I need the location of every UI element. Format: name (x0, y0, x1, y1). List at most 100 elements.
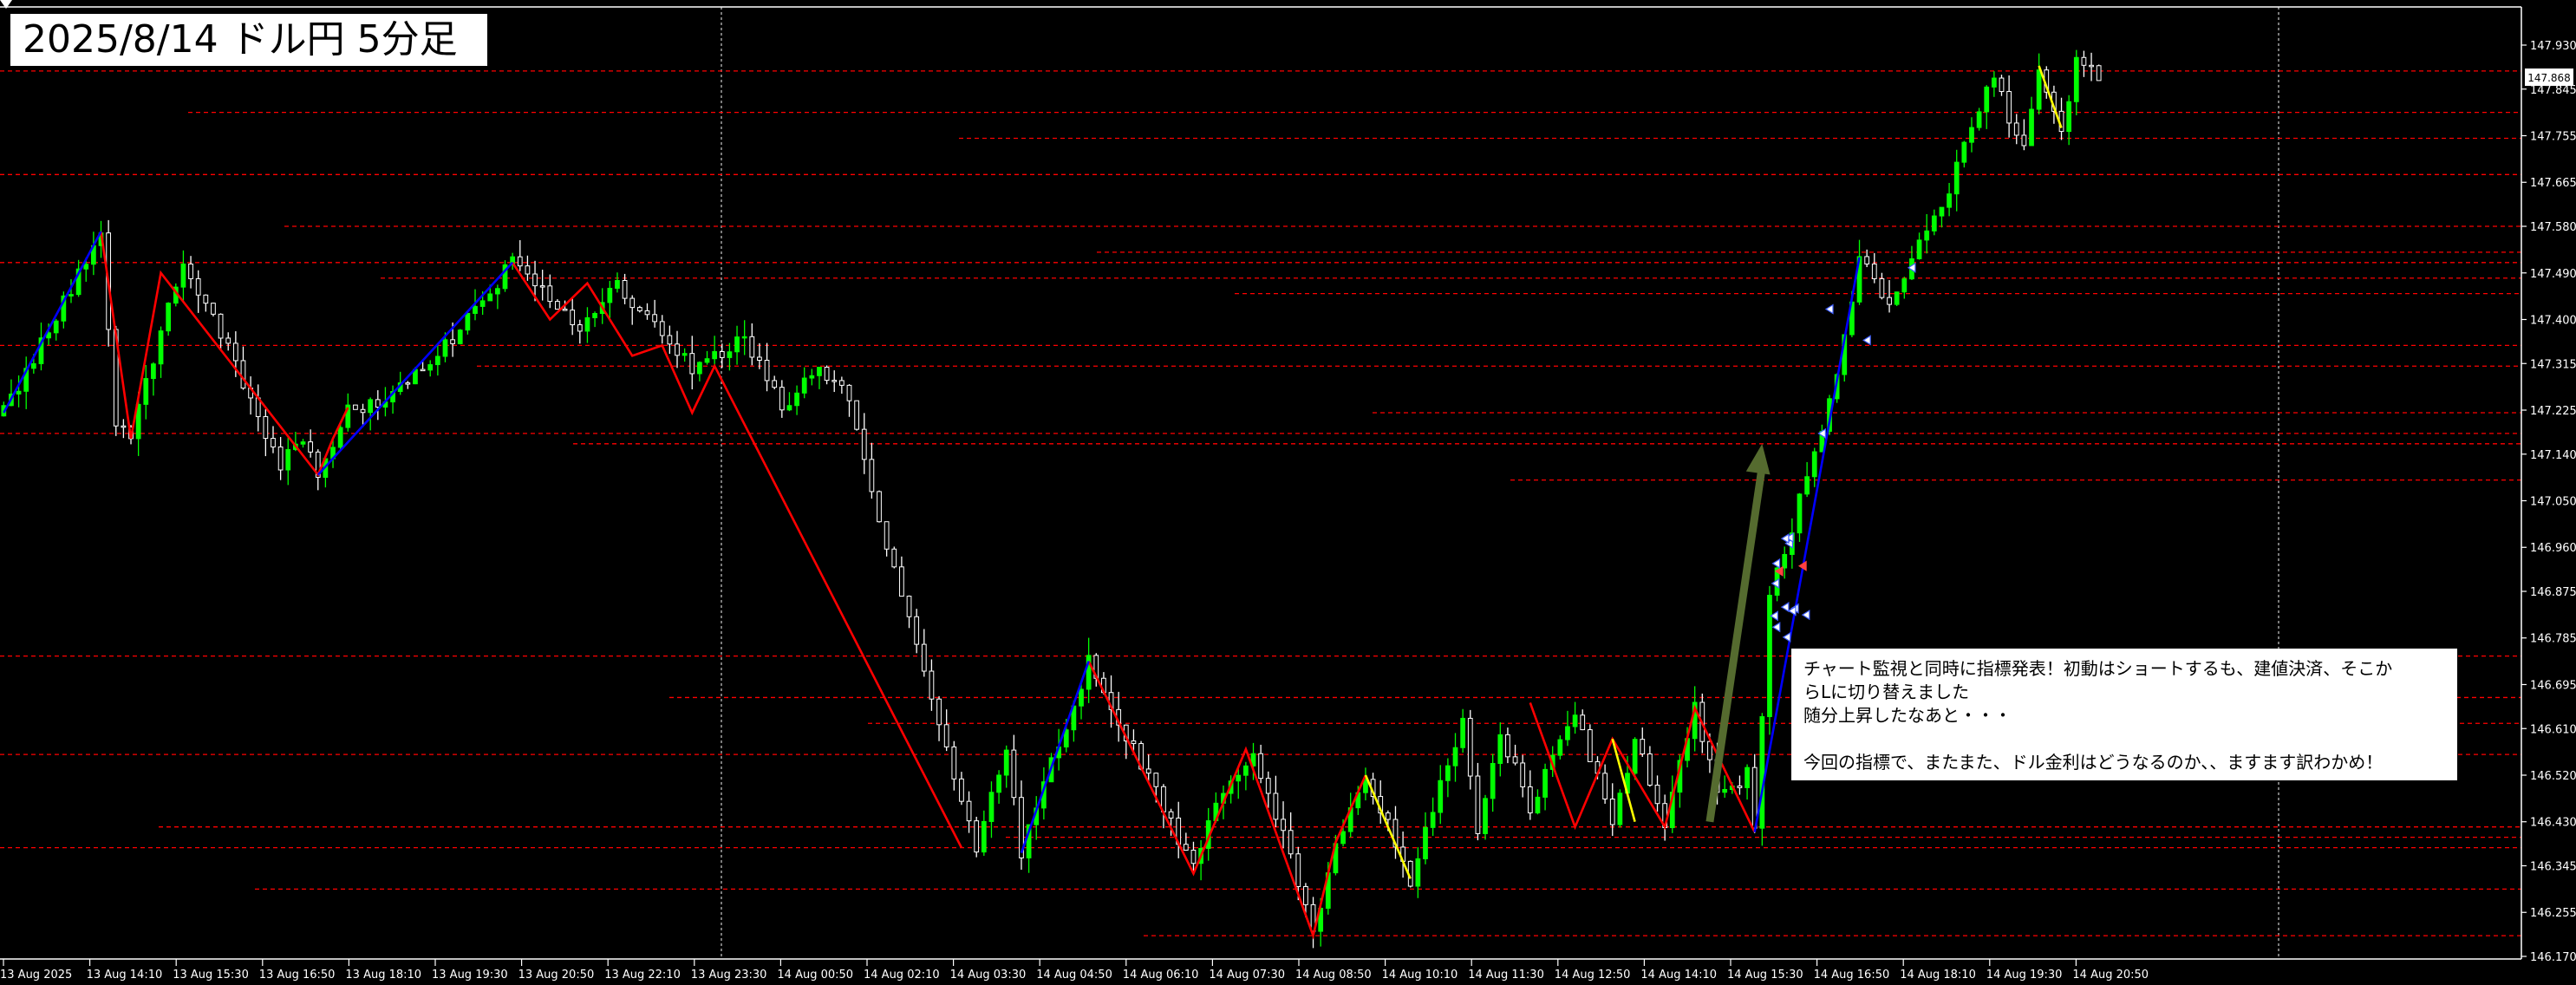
candle-body (1415, 858, 1421, 887)
candle-body (741, 336, 747, 339)
candle-body (689, 353, 695, 375)
candle-body (966, 800, 972, 822)
candle-body (434, 356, 440, 366)
candle-body (1423, 826, 1428, 859)
candle-body (271, 438, 276, 447)
candle-body (83, 264, 89, 270)
candle-280 (2096, 64, 2102, 82)
candle-body (936, 698, 942, 726)
candle-body (1901, 278, 1908, 293)
candle-body (375, 399, 381, 408)
candle-body (1722, 789, 1728, 793)
candle-body (712, 350, 718, 360)
candle-body (636, 307, 642, 311)
candle-body (906, 596, 912, 617)
candle-216 (1617, 789, 1623, 828)
candle-body (547, 285, 553, 303)
candle-body (1879, 277, 1885, 298)
candle-body (644, 310, 650, 316)
candle-body (1947, 193, 1952, 208)
candle-body (1797, 493, 1803, 534)
candle-body (420, 369, 426, 372)
candle-body (772, 380, 778, 388)
candle-body (465, 312, 471, 331)
candle-body (570, 310, 576, 326)
candle-body (1587, 729, 1593, 762)
time-tick-label: 14 Aug 03:30 (950, 969, 1027, 982)
candle-body (861, 428, 867, 460)
candle-28 (211, 303, 216, 316)
candle-body (1445, 765, 1451, 781)
candle-body (929, 670, 935, 700)
candle-body (854, 400, 859, 430)
candle-body (1086, 655, 1092, 690)
price-tick-label: 147.315 (2530, 358, 2576, 371)
candle-body (1991, 77, 1997, 88)
candle-body (667, 335, 673, 345)
candle-body (1557, 739, 1563, 756)
candle-body (1265, 778, 1271, 794)
candle-body (681, 353, 688, 356)
candle-body (1190, 850, 1197, 864)
candle-body (786, 405, 792, 411)
price-chart[interactable]: 147.930 147.845 147.755 147.665 147.580 147.4… (0, 0, 2576, 985)
candle-body (1737, 785, 1743, 788)
candle-body (1520, 762, 1526, 787)
candle-67 (502, 260, 508, 292)
candle-body (151, 363, 156, 380)
candle-body (195, 277, 201, 296)
candle-body (959, 778, 964, 802)
time-tick-label: 13 Aug 22:10 (604, 969, 681, 982)
price-tick-label: 146.785 (2530, 633, 2576, 646)
candle-body (53, 320, 59, 334)
candle-body (727, 351, 733, 358)
candle-body (1131, 740, 1137, 745)
candle-body (1894, 291, 1900, 305)
price-axis-labels: 147.930 147.845 147.755 147.665 147.580 147.4… (2521, 40, 2576, 964)
time-tick-label: 14 Aug 11:30 (1468, 969, 1544, 982)
candle-body (143, 378, 149, 405)
candle-body (2089, 64, 2094, 68)
candle-body (749, 336, 755, 358)
candle-body (974, 820, 980, 853)
candle-body (1003, 749, 1009, 776)
candle-body (121, 425, 127, 428)
candle-body (1467, 717, 1473, 777)
candle-body (308, 441, 314, 453)
time-tick-label: 14 Aug 04:50 (1036, 969, 1112, 982)
candle-body (517, 256, 523, 267)
time-tick-label: 14 Aug 02:10 (864, 969, 940, 982)
candle-body (1745, 766, 1750, 788)
candle-body (285, 448, 291, 471)
candle-body (68, 294, 74, 297)
price-tick-label: 147.580 (2530, 221, 2576, 234)
candle-body (1609, 799, 1615, 825)
candle-body (450, 339, 455, 344)
candle-body (1363, 779, 1368, 793)
candle-body (2073, 56, 2079, 102)
candle-body (734, 336, 740, 353)
candle-body (704, 358, 710, 363)
time-tick-label: 14 Aug 07:30 (1209, 969, 1285, 982)
price-tick-label: 146.520 (2530, 770, 2576, 783)
candle-body (1340, 831, 1346, 845)
candle-body (779, 387, 785, 411)
candle-body (675, 343, 680, 356)
candle-body (1438, 780, 1444, 813)
candle-body (2006, 91, 2012, 124)
candle-body (921, 643, 927, 672)
candle-body (697, 362, 702, 375)
candle-body (166, 303, 172, 332)
candle-body (211, 303, 216, 315)
time-tick-label: 14 Aug 08:50 (1295, 969, 1372, 982)
candle-body (1505, 734, 1510, 758)
time-tick-label: 13 Aug 19:30 (432, 969, 508, 982)
candle-body (225, 337, 232, 344)
candle-body (1497, 734, 1503, 764)
candle-body (831, 380, 838, 382)
candle-body (1258, 753, 1264, 780)
candle-body (158, 330, 164, 365)
candle-body (1924, 230, 1930, 241)
candle-body (801, 377, 807, 394)
candle-body (988, 792, 995, 822)
